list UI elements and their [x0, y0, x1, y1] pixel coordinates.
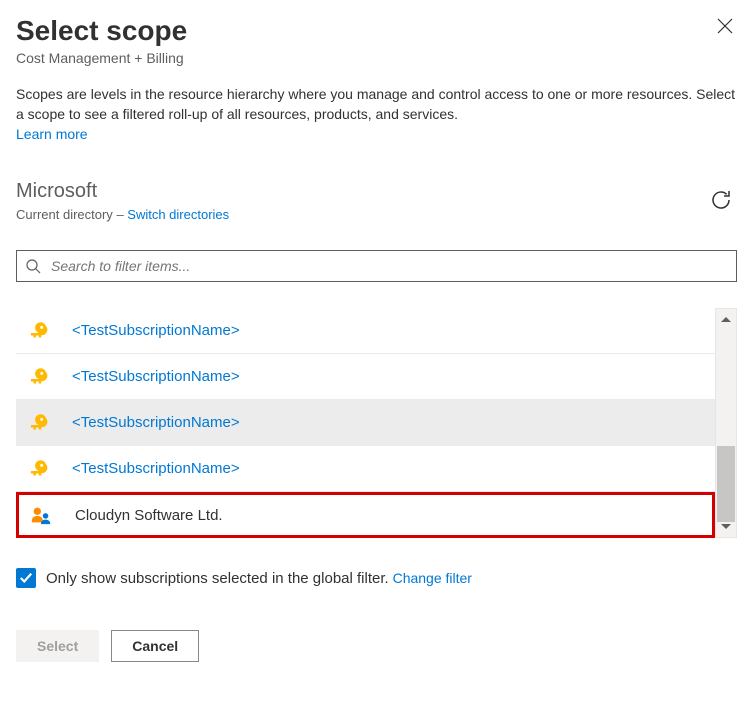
chevron-down-icon	[721, 521, 731, 531]
scroll-up-button[interactable]	[716, 309, 736, 331]
key-icon	[26, 457, 50, 481]
scope-row-label: <TestSubscriptionName>	[72, 322, 240, 339]
refresh-icon	[709, 188, 733, 212]
key-icon	[26, 411, 50, 435]
search-input[interactable]	[49, 257, 728, 275]
close-icon	[717, 18, 733, 34]
global-filter-checkbox[interactable]	[16, 568, 36, 588]
scope-list: <TestSubscriptionName> <TestSubscriptionN…	[16, 308, 715, 538]
scope-row-label: <TestSubscriptionName>	[72, 368, 240, 385]
chevron-up-icon	[721, 315, 731, 325]
close-button[interactable]	[713, 14, 737, 41]
scope-row[interactable]: <TestSubscriptionName>	[16, 308, 715, 354]
cancel-button[interactable]: Cancel	[111, 630, 199, 662]
description-text: Scopes are levels in the resource hierar…	[16, 86, 735, 122]
scope-row-label: Cloudyn Software Ltd.	[75, 507, 223, 524]
description-block: Scopes are levels in the resource hierar…	[16, 84, 737, 145]
search-icon	[25, 258, 41, 274]
scope-row[interactable]: <TestSubscriptionName>	[16, 446, 715, 492]
switch-directories-link[interactable]: Switch directories	[127, 207, 229, 222]
search-box[interactable]	[16, 250, 737, 282]
org-icon	[29, 503, 53, 527]
scope-row[interactable]: Cloudyn Software Ltd.	[16, 492, 715, 538]
key-icon	[26, 365, 50, 389]
current-directory-label: Current directory	[16, 207, 113, 222]
scrollbar[interactable]	[715, 308, 737, 538]
panel-subtitle: Cost Management + Billing	[16, 50, 713, 66]
scroll-thumb[interactable]	[717, 446, 735, 522]
directory-name: Microsoft	[16, 180, 705, 203]
key-icon	[26, 319, 50, 343]
scroll-track[interactable]	[716, 331, 736, 515]
scope-row-label: <TestSubscriptionName>	[72, 414, 240, 431]
scope-row[interactable]: <TestSubscriptionName>	[16, 354, 715, 400]
panel-title: Select scope	[16, 14, 713, 48]
select-button[interactable]: Select	[16, 630, 99, 662]
refresh-button[interactable]	[705, 184, 737, 219]
change-filter-link[interactable]: Change filter	[393, 570, 472, 586]
scope-row-label: <TestSubscriptionName>	[72, 460, 240, 477]
learn-more-link[interactable]: Learn more	[16, 126, 88, 142]
checkmark-icon	[19, 571, 33, 585]
filter-label: Only show subscriptions selected in the …	[46, 570, 389, 587]
scope-row[interactable]: <TestSubscriptionName>	[16, 400, 715, 446]
